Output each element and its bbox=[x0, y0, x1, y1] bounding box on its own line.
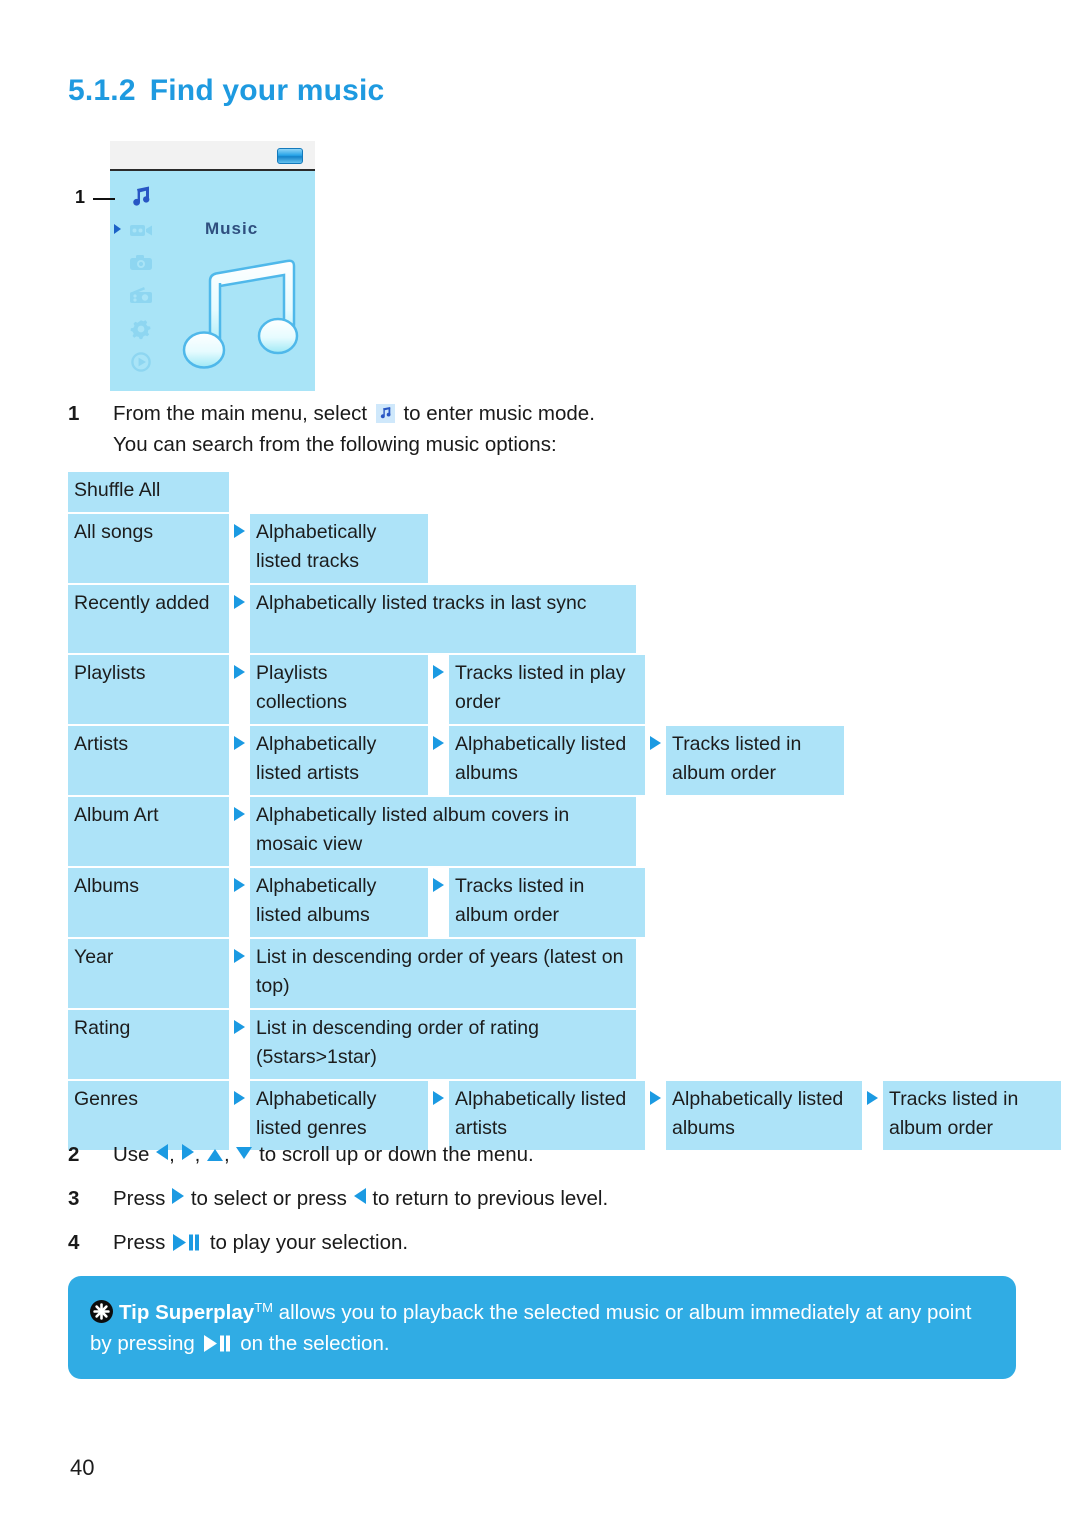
arrow-right-icon bbox=[172, 1188, 185, 1204]
step-3-number: 3 bbox=[68, 1187, 80, 1210]
option-level3[interactable]: Tracks listed in album order bbox=[449, 867, 645, 937]
table-row: Recently added Alphabetically listed tra… bbox=[68, 584, 1061, 653]
option-level3[interactable]: Tracks listed in play order bbox=[449, 654, 645, 724]
large-music-note-graphic bbox=[182, 259, 299, 369]
step-1: 1 From the main menu, select to enter mu… bbox=[68, 398, 868, 460]
option-level2[interactable]: Playlists collections bbox=[250, 654, 428, 724]
chevron-right-icon bbox=[229, 868, 250, 937]
selection-arrow-icon bbox=[114, 224, 121, 234]
play-pause-icon bbox=[203, 1335, 232, 1352]
step-1-number: 1 bbox=[68, 402, 80, 425]
settings-gear-icon bbox=[130, 320, 151, 340]
step-3-text-b: to select or press bbox=[190, 1187, 347, 1210]
page-title-text: Find your music bbox=[149, 74, 385, 107]
chevron-right-icon bbox=[229, 726, 250, 795]
step-3: 3 Press to select or press to return to … bbox=[68, 1184, 968, 1214]
play-pause-icon bbox=[173, 1234, 201, 1251]
arrow-left-icon bbox=[353, 1188, 366, 1204]
page-number: 40 bbox=[70, 1455, 95, 1480]
step-4-number: 4 bbox=[68, 1231, 80, 1254]
tip-text-b: on the selection. bbox=[240, 1332, 390, 1355]
option-level2[interactable]: Alphabetically listed tracks in last syn… bbox=[250, 584, 636, 653]
device-screen-title: Music bbox=[205, 219, 259, 238]
table-row: Rating List in descending order of ratin… bbox=[68, 1009, 1061, 1079]
arrow-up-icon bbox=[206, 1149, 223, 1161]
option-level2[interactable]: Alphabetically listed album covers in mo… bbox=[250, 796, 636, 866]
option-level1[interactable]: Rating bbox=[68, 1009, 229, 1079]
option-level1[interactable]: Artists bbox=[68, 725, 229, 795]
option-level2[interactable]: Alphabetically listed albums bbox=[250, 867, 428, 937]
music-note-icon-inline bbox=[375, 404, 395, 423]
option-level2[interactable]: List in descending order of rating (5sta… bbox=[250, 1009, 636, 1079]
tip-trademark: TM bbox=[254, 1300, 273, 1315]
step-2-comma-1: , bbox=[169, 1143, 175, 1166]
step-2-text-b: to scroll up or down the menu. bbox=[259, 1143, 534, 1166]
arrow-right-icon bbox=[181, 1144, 194, 1160]
option-level2[interactable]: Alphabetically listed tracks bbox=[250, 513, 428, 583]
table-row: All songs Alphabetically listed tracks bbox=[68, 513, 1061, 583]
chevron-right-icon bbox=[229, 797, 250, 866]
camera-icon bbox=[130, 255, 152, 270]
table-row: Playlists Playlists collections Tracks l… bbox=[68, 654, 1061, 724]
table-row: Album Art Alphabetically listed album co… bbox=[68, 796, 1061, 866]
steps-list: 2 Use , , , to scroll up or down the men… bbox=[68, 1140, 968, 1272]
table-row: Albums Alphabetically listed albums Trac… bbox=[68, 867, 1061, 937]
table-row: Year List in descending order of years (… bbox=[68, 938, 1061, 1008]
chevron-right-icon bbox=[229, 655, 250, 724]
option-level1[interactable]: Album Art bbox=[68, 796, 229, 866]
chevron-right-icon bbox=[428, 655, 449, 724]
tip-label: Tip Superplay bbox=[119, 1301, 255, 1324]
step-3-text-a: Press bbox=[113, 1187, 166, 1210]
device-status-bar bbox=[110, 141, 315, 171]
option-level1[interactable]: Recently added bbox=[68, 584, 229, 653]
arrow-left-icon bbox=[156, 1144, 169, 1160]
arrow-down-icon bbox=[236, 1147, 253, 1159]
option-level1[interactable]: Shuffle All bbox=[68, 472, 229, 512]
option-level1[interactable]: All songs bbox=[68, 513, 229, 583]
music-options-table: Shuffle All All songs Alphabetically lis… bbox=[68, 472, 1061, 1152]
step-2: 2 Use , , , to scroll up or down the men… bbox=[68, 1140, 968, 1170]
radio-icon bbox=[130, 287, 152, 303]
step-1-line2: You can search from the following music … bbox=[113, 433, 557, 456]
option-level1[interactable]: Albums bbox=[68, 867, 229, 937]
video-camera-icon bbox=[130, 225, 152, 236]
step-2-comma-3: , bbox=[223, 1143, 230, 1166]
chevron-right-icon bbox=[229, 514, 250, 583]
option-level1[interactable]: Playlists bbox=[68, 654, 229, 724]
device-screenshot: Music bbox=[110, 141, 315, 391]
chevron-right-icon bbox=[428, 868, 449, 937]
step-2-number: 2 bbox=[68, 1143, 80, 1166]
chevron-right-icon bbox=[229, 585, 250, 653]
battery-icon bbox=[277, 148, 303, 164]
play-circle-icon bbox=[131, 352, 151, 372]
step-1-text-before: From the main menu, select bbox=[113, 402, 368, 425]
option-level1[interactable]: Year bbox=[68, 938, 229, 1008]
step-2-text-a: Use bbox=[113, 1143, 150, 1166]
tip-box: Tip SuperplayTM allows you to playback t… bbox=[68, 1276, 1016, 1379]
step-2-comma-2: , bbox=[194, 1143, 201, 1166]
option-level3[interactable]: Alphabetically listed albums bbox=[449, 725, 645, 795]
step-1-text-after: to enter music mode. bbox=[403, 402, 595, 425]
option-level2[interactable]: Alphabetically listed artists bbox=[250, 725, 428, 795]
step-4: 4 Press to play your selection. bbox=[68, 1228, 968, 1258]
device-screen-body: Music bbox=[110, 171, 315, 391]
table-row: Artists Alphabetically listed artists Al… bbox=[68, 725, 1061, 795]
step-4-text-a: Press bbox=[113, 1231, 166, 1254]
page-title: 5.1.2 Find your music bbox=[68, 74, 384, 108]
chevron-right-icon bbox=[229, 939, 250, 1008]
option-level4[interactable]: Tracks listed in album order bbox=[666, 725, 844, 795]
chevron-right-icon bbox=[645, 726, 666, 795]
device-icon-rail bbox=[124, 185, 158, 374]
step-4-text-b: to play your selection. bbox=[209, 1231, 409, 1254]
chevron-right-icon bbox=[428, 726, 449, 795]
option-level2[interactable]: List in descending order of years (lates… bbox=[250, 938, 636, 1008]
callout-label-1: 1 bbox=[75, 187, 86, 207]
step-3-text-c: to return to previous level. bbox=[372, 1187, 609, 1210]
music-note-icon bbox=[133, 186, 150, 206]
chevron-right-icon bbox=[229, 1010, 250, 1079]
page-title-number: 5.1.2 bbox=[68, 74, 136, 107]
table-row: Shuffle All bbox=[68, 472, 1061, 512]
callout-leader-line bbox=[93, 198, 115, 200]
asterisk-icon bbox=[90, 1300, 113, 1323]
